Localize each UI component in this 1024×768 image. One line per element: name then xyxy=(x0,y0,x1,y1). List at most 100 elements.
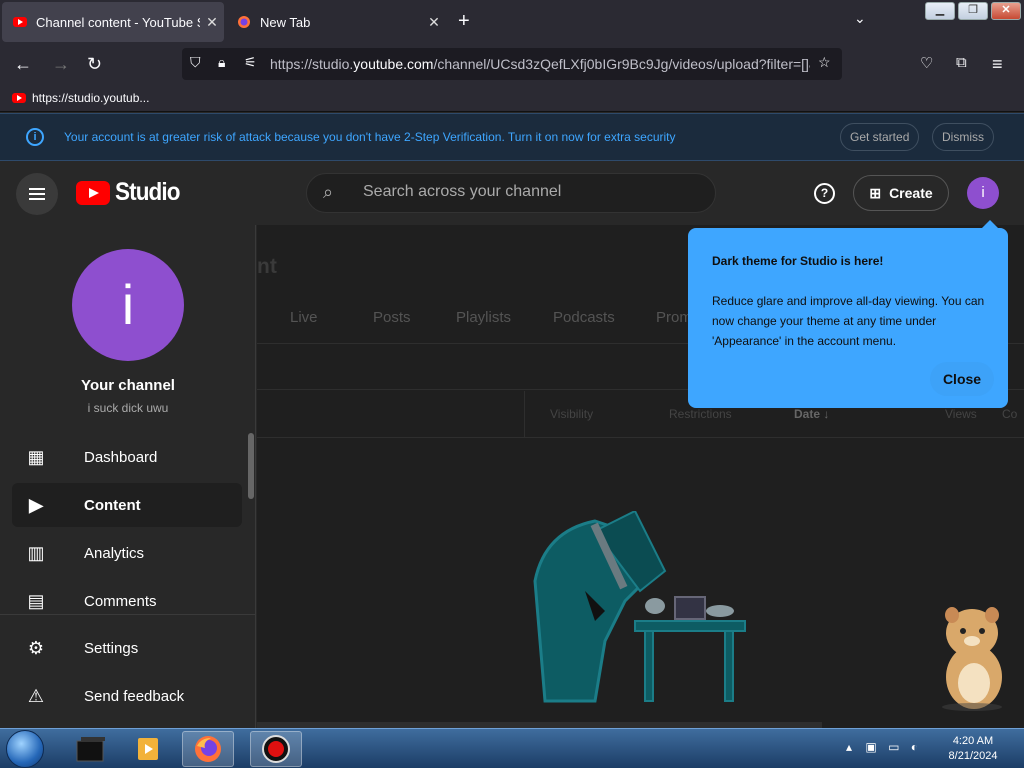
forward-icon[interactable]: → xyxy=(52,54,70,75)
hamburger-menu-button[interactable] xyxy=(16,173,58,215)
create-label: Create xyxy=(889,185,933,201)
account-avatar[interactable]: i xyxy=(967,177,999,209)
shield-icon[interactable]: ⛉ xyxy=(190,54,201,71)
clock-date: 8/21/2024 xyxy=(948,750,998,762)
taskbar-app-terminal[interactable] xyxy=(64,731,116,767)
column-divider xyxy=(524,391,525,437)
sidebar-divider xyxy=(0,614,256,615)
media-player-icon xyxy=(138,738,158,760)
gear-icon: ⚙ xyxy=(27,637,45,658)
feedback-icon: ⚠ xyxy=(27,685,45,706)
bookmark-star-icon[interactable]: ☆ xyxy=(818,54,831,71)
menu-icon xyxy=(29,188,45,200)
sidebar-scrollbar[interactable] xyxy=(248,433,254,499)
channel-search[interactable]: ⌕ xyxy=(306,173,716,213)
clock-time: 4:20 AM xyxy=(952,735,994,747)
tab-title: Channel content - YouTube Studio xyxy=(36,14,200,30)
reload-icon[interactable]: ↻ xyxy=(87,54,102,75)
taskbar-app-recorder[interactable] xyxy=(250,731,302,767)
help-icon[interactable]: ? xyxy=(814,183,835,204)
firefox-favicon-icon xyxy=(236,14,252,30)
column-date[interactable]: Date ↓ xyxy=(794,407,829,421)
sidebar-item-label: Comments xyxy=(84,592,157,610)
tab-posts[interactable]: Posts xyxy=(373,309,411,326)
search-icon[interactable]: ⌕ xyxy=(323,182,333,203)
bookmark-item[interactable]: https://studio.youtub... xyxy=(12,91,149,105)
browser-tab-strip: Channel content - YouTube Studio ✕ New T… xyxy=(0,0,1024,44)
close-tab-icon[interactable]: ✕ xyxy=(422,14,446,31)
column-visibility[interactable]: Visibility xyxy=(550,407,593,421)
bookmark-label: https://studio.youtub... xyxy=(32,91,150,105)
column-restrictions[interactable]: Restrictions xyxy=(669,407,732,421)
logo-text: Studio xyxy=(115,178,180,206)
hamster-sticker xyxy=(942,607,1002,711)
start-button[interactable] xyxy=(6,730,44,768)
create-button[interactable]: ⊞ Create xyxy=(853,175,949,211)
security-warning-banner: i Your account is at greater risk of att… xyxy=(0,113,1024,161)
tray-expand-icon[interactable]: ▴ xyxy=(846,740,852,754)
sidebar-item-label: Content xyxy=(84,496,141,514)
maximize-button[interactable]: ❐ xyxy=(958,2,988,20)
menu-icon[interactable]: ≡ xyxy=(992,54,1003,75)
taskbar-app-media-player[interactable] xyxy=(122,731,174,767)
search-input[interactable] xyxy=(363,183,693,201)
studio-header: Studio ⌕ ? ⊞ Create i xyxy=(0,161,1024,225)
sidebar-item-content[interactable]: ▶ Content xyxy=(12,483,242,527)
arrow-down-icon: ↓ xyxy=(823,407,830,421)
new-tab-icon[interactable]: + xyxy=(458,10,470,33)
minimize-button[interactable]: ▁ xyxy=(925,2,955,20)
dark-theme-popup: Dark theme for Studio is here! Reduce gl… xyxy=(688,220,1008,408)
tab-playlists[interactable]: Playlists xyxy=(456,309,511,326)
system-tray: ▴ ▣ ▭ ◐ xyxy=(846,740,918,754)
network-icon[interactable]: ▭ xyxy=(888,740,899,754)
dashboard-icon: ▦ xyxy=(27,446,45,467)
popup-body: Reduce glare and improve all-day viewing… xyxy=(712,294,985,348)
sidebar-item-label: Send feedback xyxy=(84,687,185,705)
column-date-label: Date xyxy=(794,407,821,421)
popup-close-button[interactable]: Close xyxy=(930,362,994,396)
permissions-icon[interactable]: ⚟ xyxy=(244,54,257,71)
taskbar-app-firefox[interactable] xyxy=(182,731,234,767)
taskbar-clock[interactable]: 4:20 AM 8/21/2024 xyxy=(940,734,1006,764)
dismiss-button[interactable]: Dismiss xyxy=(932,123,994,151)
sidebar-item-label: Analytics xyxy=(84,544,145,562)
sidebar-item-comments[interactable]: ▤ Comments xyxy=(12,579,242,623)
lock-icon[interactable]: 🔒︎ xyxy=(218,54,225,71)
sidebar-item-analytics[interactable]: ▥ Analytics xyxy=(12,531,242,575)
tray-app-icon[interactable]: ▣ xyxy=(865,740,876,754)
extensions-icon[interactable]: ⧉ xyxy=(956,54,967,71)
empty-state-illustration xyxy=(533,511,746,703)
create-video-icon: ⊞ xyxy=(869,184,882,201)
pocket-icon[interactable]: ♡ xyxy=(920,54,933,72)
sidebar-item-settings[interactable]: ⚙ Settings xyxy=(12,626,242,670)
tab-promotions[interactable]: Prom xyxy=(656,309,692,326)
get-started-button[interactable]: Get started xyxy=(840,123,920,151)
sidebar-item-label: Dashboard xyxy=(84,448,158,466)
url-text[interactable]: https://studio.youtube.com/channel/UCsd3… xyxy=(270,56,810,72)
youtube-favicon-icon xyxy=(12,14,28,30)
close-window-button[interactable]: ✕ xyxy=(991,2,1021,20)
tab-podcasts[interactable]: Podcasts xyxy=(553,309,615,326)
studio-logo[interactable]: Studio xyxy=(76,178,187,207)
column-views[interactable]: Views xyxy=(945,407,977,421)
column-comments[interactable]: Co xyxy=(1002,407,1017,421)
sidebar-item-dashboard[interactable]: ▦ Dashboard xyxy=(12,435,242,479)
back-icon[interactable]: ← xyxy=(14,54,32,75)
popup-heading: Dark theme for Studio is here! xyxy=(712,254,884,268)
sidebar-item-send-feedback[interactable]: ⚠ Send feedback xyxy=(12,674,242,718)
tab-title: New Tab xyxy=(260,14,311,30)
volume-icon[interactable]: ◐ xyxy=(911,740,918,754)
channel-name: i suck dick uwu xyxy=(87,401,169,415)
close-tab-icon[interactable]: ✕ xyxy=(200,14,224,31)
page-title: nt xyxy=(257,255,277,278)
chevron-down-icon[interactable]: ⌄ xyxy=(854,10,866,27)
channel-avatar[interactable]: i xyxy=(72,249,184,361)
tab-youtube-studio[interactable]: Channel content - YouTube Studio ✕ xyxy=(2,2,224,42)
analytics-icon: ▥ xyxy=(27,542,45,563)
address-bar[interactable]: ⛉ 🔒︎ ⚟ https://studio.youtube.com/channe… xyxy=(182,48,842,80)
sidebar: i Your channel i suck dick uwu ▦ Dashboa… xyxy=(0,225,256,728)
firefox-icon xyxy=(195,736,221,762)
navigation-toolbar: ← → ↻ ⛉ 🔒︎ ⚟ https://studio.youtube.com/… xyxy=(0,44,1024,86)
tab-live[interactable]: Live xyxy=(290,309,318,326)
tab-new-tab[interactable]: New Tab ✕ xyxy=(226,2,446,42)
